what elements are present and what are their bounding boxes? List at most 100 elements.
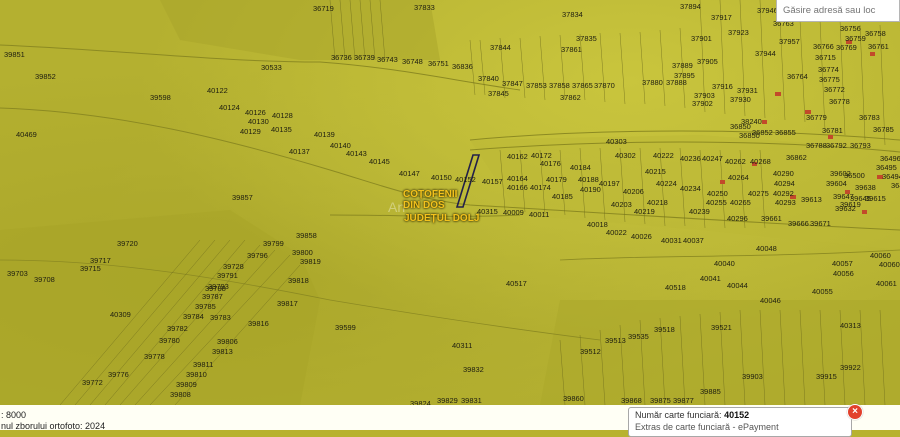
parcel-number-label: 40239 (689, 207, 710, 216)
parcel-number-label: 37894 (680, 2, 701, 11)
parcel-number-label: 40162 (507, 152, 528, 161)
parcel-number-label: 40179 (546, 175, 567, 184)
address-search-box[interactable] (776, 0, 900, 22)
parcel-number-label: 37880 (642, 78, 663, 87)
parcel-number-label: 39818 (288, 276, 309, 285)
parcel-number-label: 40469 (16, 130, 37, 139)
parcel-number-label: 37944 (755, 49, 776, 58)
parcel-number-label: 36494 (891, 181, 900, 190)
parcel-number-label: 36500 (844, 171, 865, 180)
parcel-number-label: 40031 (661, 236, 682, 245)
parcel-number-label: 40150 (431, 173, 452, 182)
parcel-number-label: 36759 (845, 34, 866, 43)
parcel-number-label: 39922 (840, 363, 861, 372)
parcel-number-label: 39813 (212, 347, 233, 356)
parcel-number-label: 39598 (150, 93, 171, 102)
parcel-number-label: 40296 (727, 214, 748, 223)
parcel-number-label: 40164 (507, 174, 528, 183)
parcel-number-label: 37931 (737, 86, 758, 95)
parcel-number-label: 39513 (605, 336, 626, 345)
parcel-number-label: 39661 (761, 214, 782, 223)
parcel-number-label: 37957 (779, 37, 800, 46)
parcel-number-label: 36719 (313, 4, 334, 13)
parcel-number-label: 40234 (680, 184, 701, 193)
parcel-number-label: 40011 (529, 210, 550, 219)
parcel-number-label: 40275 (748, 189, 769, 198)
parcel-number-label: 40197 (599, 179, 620, 188)
parcel-number-label: 37946 (757, 6, 778, 15)
parcel-number-label: 39535 (628, 332, 649, 341)
parcel-number-label: 37835 (576, 34, 597, 43)
parcel-number-label: 39599 (335, 323, 356, 332)
parcel-number-label: 39518 (654, 325, 675, 334)
parcel-number-label: 40157 (482, 177, 503, 186)
parcel-number-label: 40130 (248, 117, 269, 126)
parcel-number-label: 40044 (727, 281, 748, 290)
parcel-number-label: 40060 (870, 251, 891, 260)
parcel-number-label: 36862 (786, 153, 807, 162)
parcel-number-label: 39647 (833, 192, 854, 201)
close-popup-button[interactable]: × (847, 404, 863, 420)
parcel-number-label: 39915 (816, 372, 837, 381)
selected-parcel-number[interactable]: 40152 (455, 176, 476, 184)
parcel-number-label: 39521 (711, 323, 732, 332)
parcel-number-label: 40057 (832, 259, 853, 268)
parcel-number-label: 40026 (631, 232, 652, 241)
parcel-number-label: 37844 (490, 43, 511, 52)
parcel-number-label: 30533 (261, 63, 282, 72)
parcel-number-label: 40018 (587, 220, 608, 229)
parcel-number-label: 40264 (728, 173, 749, 182)
parcel-number-label: 40009 (503, 208, 524, 217)
popup-title-value: 40152 (724, 410, 750, 420)
parcel-number-label: 40290 (773, 169, 794, 178)
parcel-number-label: 36778 (829, 97, 850, 106)
parcel-number-label: 40060 (879, 260, 900, 269)
parcel-number-label: 40061 (876, 279, 897, 288)
parcel-number-label: 40048 (756, 244, 777, 253)
locality-label: COȚOFENII DIN DOS (403, 189, 457, 211)
parcel-number-label: 39785 (195, 302, 216, 311)
parcel-number-label: 39778 (144, 352, 165, 361)
parcel-number-label: 36739 (354, 53, 375, 62)
parcel-number-label: 39613 (801, 195, 822, 204)
parcel-number-label: 40311 (452, 341, 473, 350)
parcel-number-label: 40188 (578, 175, 599, 184)
parcel-number-label: 39800 (292, 248, 313, 257)
parcel-number-label: 40262 (725, 157, 746, 166)
parcel-number-label: 36743 (377, 55, 398, 64)
parcel-number-label: 36715 (815, 53, 836, 62)
parcel-number-label: 37833 (414, 3, 435, 12)
parcel-number-label: 39787 (202, 292, 223, 301)
parcel-number-label: 39796 (247, 251, 268, 260)
parcel-number-label: 37858 (549, 81, 570, 90)
parcel-number-label: 40292 (773, 189, 794, 198)
parcel-number-label: 40056 (833, 269, 854, 278)
parcel-number-label: 40313 (840, 321, 861, 330)
county-label: JUDEȚUL DOLJ (404, 213, 480, 224)
parcel-number-label: 39720 (117, 239, 138, 248)
parcel-number-label: 40055 (812, 287, 833, 296)
cadastral-map[interactable]: 36719 37833 37834 37894 37917 37946 37923 37944… (0, 0, 900, 405)
popup-epayment-link[interactable]: Extras de carte funciară - ePayment (635, 422, 845, 432)
parcel-number-label: 40166 (507, 183, 528, 192)
parcel-number-label: 39784 (183, 312, 204, 321)
parcel-number-label: 36748 (402, 57, 423, 66)
parcel-number-label: 39903 (742, 372, 763, 381)
parcel-number-label: 39772 (82, 378, 103, 387)
parcel-number-label: 36766 (813, 42, 834, 51)
parcel-number-label: 40143 (346, 149, 367, 158)
parcel-number-label: 40174 (530, 183, 551, 192)
parcel-number-label: 36758 (865, 29, 886, 38)
parcel-number-label: 40236 (680, 154, 701, 163)
parcel-number-label: 40041 (700, 274, 721, 283)
parcel-number-label: 39829 (437, 396, 458, 405)
parcel-number-label: 37865 (572, 81, 593, 90)
parcel-number-label: 36850 (739, 131, 760, 140)
parcel-number-label: 37861 (561, 45, 582, 54)
parcel-number-label: 36855 (775, 128, 796, 137)
parcel-number-label: 40203 (611, 200, 632, 209)
address-search-input[interactable] (777, 0, 900, 21)
parcel-number-label: 37917 (711, 13, 732, 22)
parcel-number-label: 40185 (552, 192, 573, 201)
parcel-number-label: 36779 (806, 113, 827, 122)
